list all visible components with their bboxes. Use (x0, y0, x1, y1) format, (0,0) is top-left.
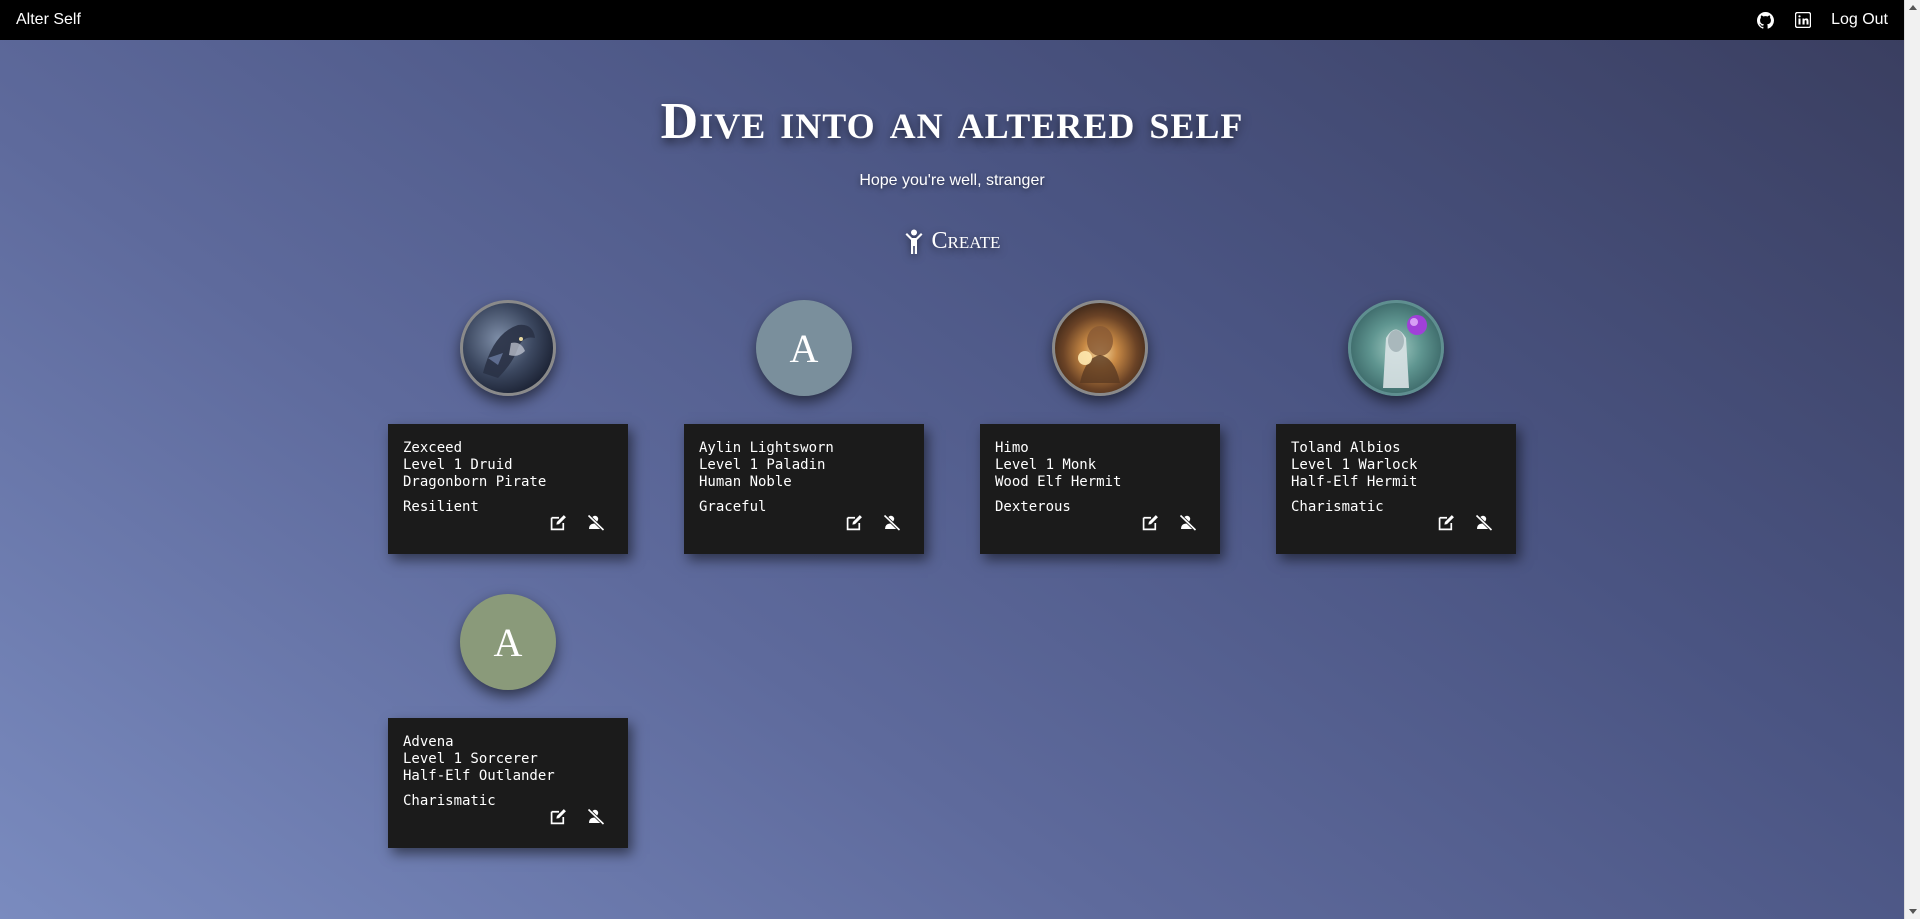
character-class: Level 1 Monk (995, 457, 1097, 473)
brand-link[interactable]: Alter Self (16, 11, 81, 29)
avatar[interactable] (1348, 300, 1444, 396)
scroll-up-arrow-icon[interactable] (1909, 5, 1917, 10)
character-name: Himo (995, 440, 1029, 456)
edit-icon[interactable] (844, 512, 864, 532)
character-class: Level 1 Warlock (1291, 457, 1418, 473)
edit-icon[interactable] (1140, 512, 1160, 532)
avatar[interactable]: A (756, 300, 852, 396)
page-title: Dive into an altered self (660, 93, 1244, 150)
character-card[interactable]: Advena Level 1 Sorcerer Half-Elf Outland… (388, 718, 628, 848)
delete-user-icon[interactable] (1178, 512, 1198, 532)
person-icon (905, 229, 923, 254)
card-actions (548, 806, 606, 826)
character-origin: Dragonborn Pirate (403, 474, 547, 490)
character-name: Advena (403, 734, 454, 750)
character-card[interactable]: Aylin Lightsworn Level 1 Paladin Human N… (684, 424, 924, 554)
character-name: Zexceed (403, 440, 463, 456)
delete-user-icon[interactable] (586, 512, 606, 532)
create-character-button[interactable]: Create (0, 228, 1904, 255)
scroll-down-arrow-icon[interactable] (1909, 909, 1917, 914)
scrollbar[interactable] (1904, 0, 1920, 919)
create-label: Create (931, 228, 1001, 254)
greeting-text: Hope you're well, stranger (859, 172, 1045, 189)
character-card[interactable]: Himo Level 1 Monk Wood Elf Hermit Dexter… (980, 424, 1220, 554)
card-actions (548, 512, 606, 532)
character-class: Level 1 Druid (403, 457, 513, 473)
character-card[interactable]: Toland Albios Level 1 Warlock Half-Elf H… (1276, 424, 1516, 554)
character-card[interactable]: Zexceed Level 1 Druid Dragonborn Pirate … (388, 424, 628, 554)
avatar[interactable] (1052, 300, 1148, 396)
card-actions (844, 512, 902, 532)
avatar[interactable]: A (460, 594, 556, 690)
character-name: Toland Albios (1291, 440, 1401, 456)
character-origin: Half-Elf Outlander (403, 768, 555, 784)
delete-user-icon[interactable] (882, 512, 902, 532)
edit-icon[interactable] (548, 512, 568, 532)
character-name: Aylin Lightsworn (699, 440, 834, 456)
nav-links: Log Out (1755, 10, 1888, 30)
delete-user-icon[interactable] (586, 806, 606, 826)
monk-portrait-icon (1078, 326, 1120, 383)
dragon-portrait-icon (483, 324, 535, 378)
avatar[interactable] (460, 300, 556, 396)
delete-user-icon[interactable] (1474, 512, 1494, 532)
character-origin: Human Noble (699, 474, 792, 490)
card-actions (1140, 512, 1198, 532)
avatar-letter: A (493, 619, 523, 665)
character-class: Level 1 Paladin (699, 457, 826, 473)
character-class: Level 1 Sorcerer (403, 751, 538, 767)
card-actions (1436, 512, 1494, 532)
logout-link[interactable]: Log Out (1831, 11, 1888, 29)
edit-icon[interactable] (548, 806, 568, 826)
github-icon[interactable] (1755, 10, 1775, 30)
character-origin: Wood Elf Hermit (995, 474, 1122, 490)
warlock-portrait-icon (1383, 315, 1427, 388)
edit-icon[interactable] (1436, 512, 1456, 532)
character-origin: Half-Elf Hermit (1291, 474, 1418, 490)
navbar: Alter Self Log Out (0, 0, 1904, 40)
linkedin-icon[interactable] (1793, 10, 1813, 30)
avatar-letter: A (789, 325, 819, 371)
